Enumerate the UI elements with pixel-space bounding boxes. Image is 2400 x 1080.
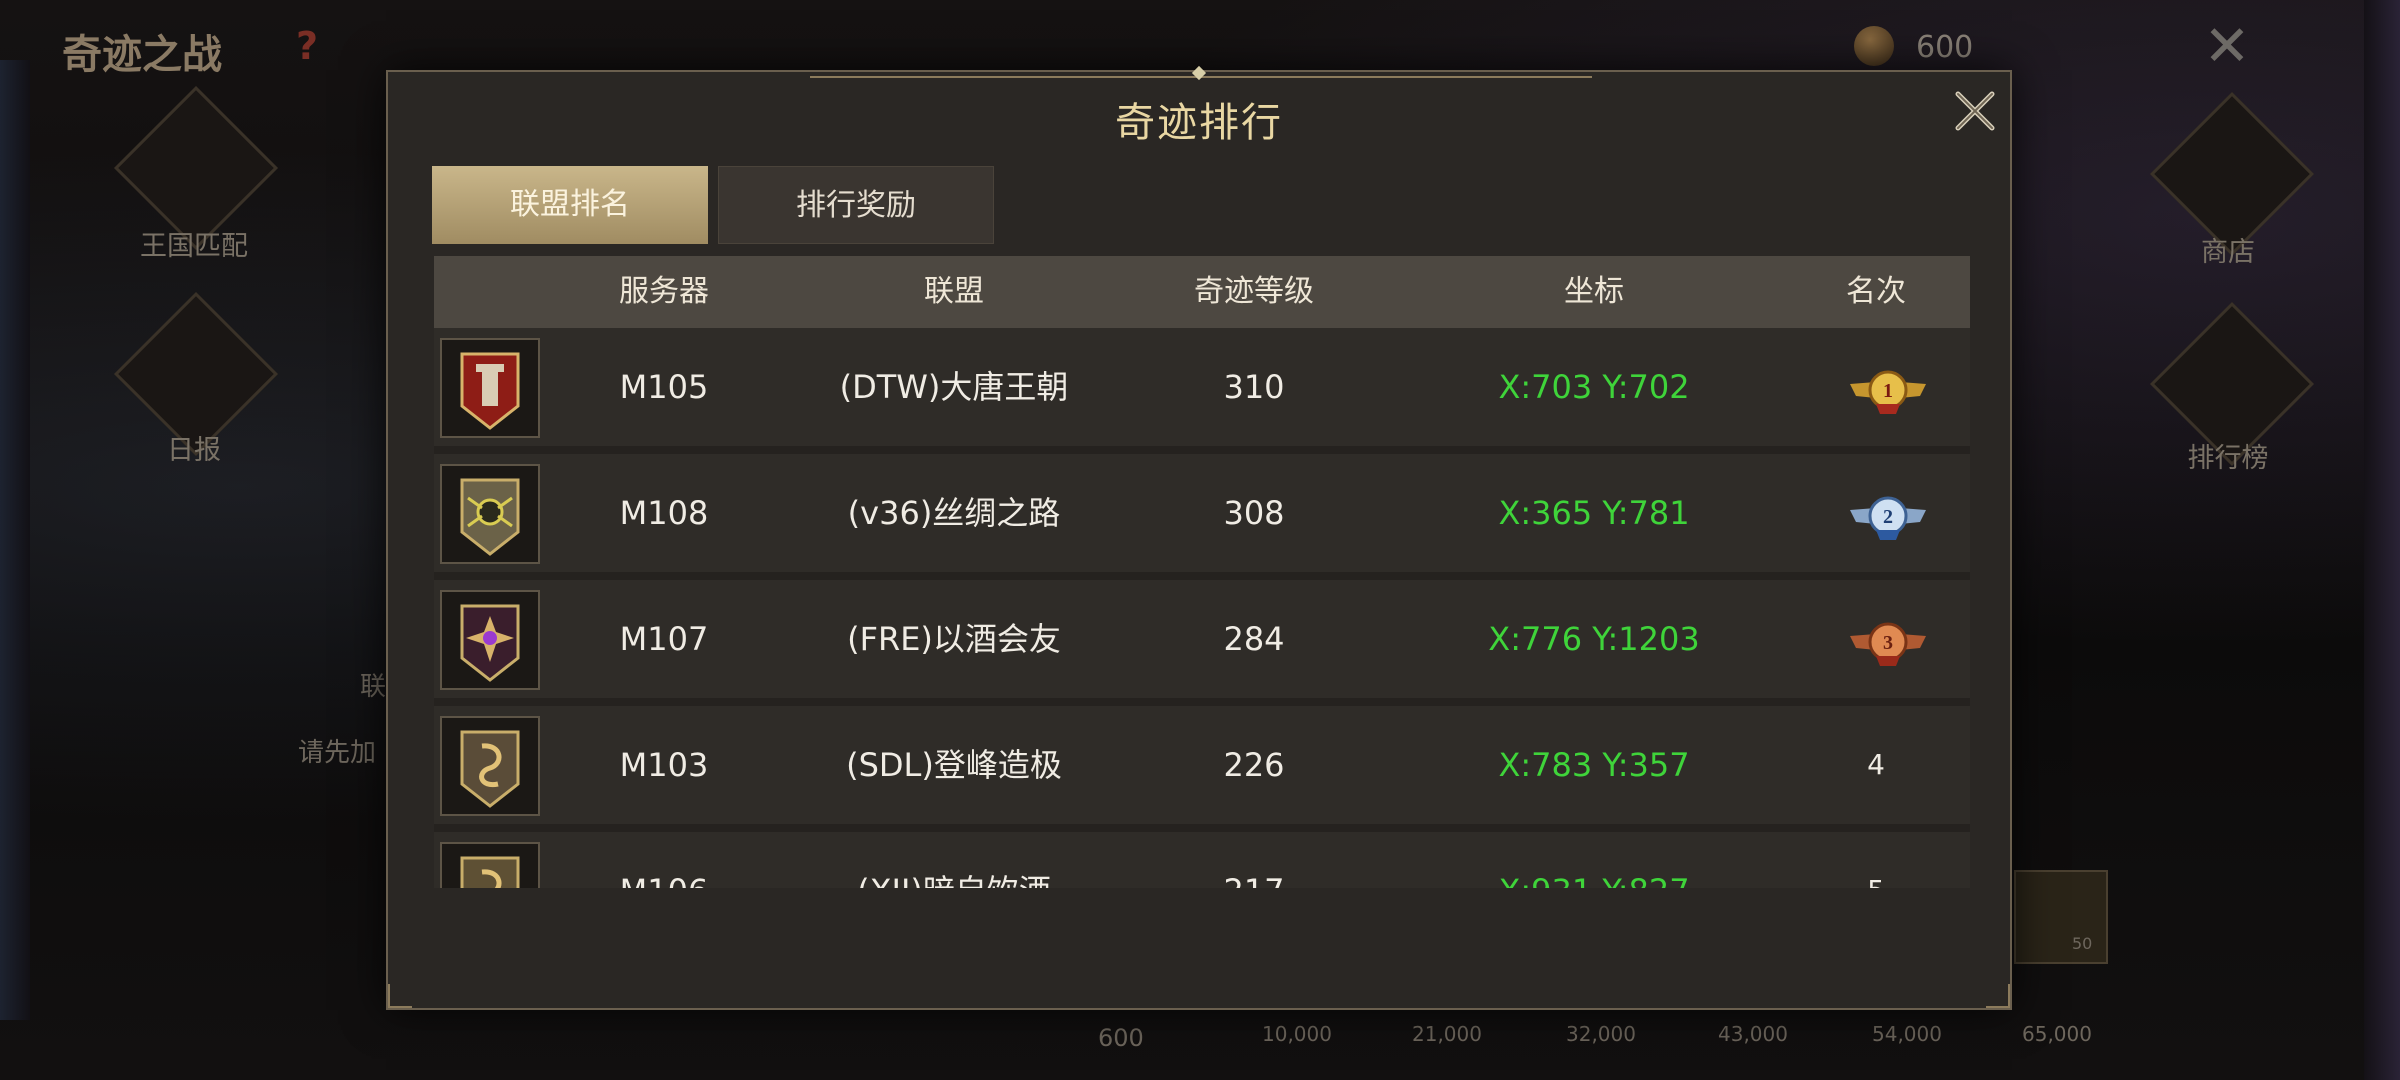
red-tower-banner-icon [440,338,540,438]
daily-report-label: 日报 [167,435,221,466]
server-cell: M107 [619,620,709,658]
reward-chest-icon[interactable]: 50 [2014,870,2108,964]
purple-gem-shield-icon [440,590,540,690]
progress-tick: 21,000 [1412,1022,1482,1046]
help-button[interactable]: ? [296,24,330,68]
side-text-1: 联 [360,672,387,702]
ranking-modal: 奇迹排行 联盟排名 排行奖励 服务器 联盟 奇迹等级 坐标 名次 M105 (D… [386,65,2012,1010]
bronze-medal-icon: 3 [1846,614,1930,670]
table-header: 服务器 联盟 奇迹等级 坐标 名次 [434,256,1970,328]
alliance-cell: (v36)丝绸之路 [847,494,1061,532]
ranking-table: 服务器 联盟 奇迹等级 坐标 名次 M105 (DTW)大唐王朝 310 X:7 [434,256,1970,888]
server-cell: M103 [619,746,709,784]
server-cell: M105 [619,368,709,406]
progress-base: 600 [1098,1024,1144,1052]
table-row[interactable]: M105 (DTW)大唐王朝 310 X:703 Y:702 1 [434,328,1970,454]
server-cell: M106 [584,832,744,888]
table-body[interactable]: M105 (DTW)大唐王朝 310 X:703 Y:702 1 M108 (v… [434,328,1970,888]
coin-icon [1854,26,1894,66]
reward-count: 50 [2072,934,2093,953]
dragon-shield-icon [440,716,540,816]
spider-shield-icon [440,464,540,564]
progress-tick: 32,000 [1566,1022,1636,1046]
gold-medal-icon: 1 [1846,362,1930,418]
progress-tick: 65,000 [2022,1022,2092,1046]
medal-rank-text: 1 [1883,380,1893,402]
table-row[interactable]: M103 (SDL)登峰造极 226 X:783 Y:357 4 [434,706,1970,832]
progress-tick: 43,000 [1718,1022,1788,1046]
kingdom-match-label: 王国匹配 [140,231,248,262]
alliance-cell: (XII)暗自饮酒 [784,832,1124,888]
leaderboard-label: 排行榜 [2187,443,2269,474]
coord-cell[interactable]: X:703 Y:702 [1464,328,1724,446]
right-edge-art [2364,0,2400,1080]
modal-title: 奇迹排行 [1115,100,1283,146]
close-screen-button[interactable]: ✕ [2202,19,2252,75]
column-header-level: 奇迹等级 [1194,274,1314,309]
screen-title: 奇迹之战 [62,32,222,78]
progress-tick: 54,000 [1872,1022,1942,1046]
table-row[interactable]: M107 (FRE)以酒会友 284 X:776 Y:1203 3 [434,580,1970,706]
server-cell: M108 [619,494,709,532]
corner-ornament [388,984,412,1008]
level-cell: 308 [1223,494,1285,532]
level-cell: 226 [1223,746,1285,784]
level-cell: 217 [1174,832,1334,888]
column-header-alliance: 联盟 [924,274,984,309]
progress-tick: 10,000 [1262,1022,1332,1046]
side-text-2: 请先加 [298,738,377,768]
tab-ranking-rewards[interactable]: 排行奖励 [718,166,994,244]
coord-cell[interactable]: X:783 Y:357 [1464,706,1724,824]
coord-cell[interactable]: X:365 Y:781 [1464,454,1724,572]
rank-cell: 4 [1867,748,1885,781]
tab-alliance-ranking[interactable]: 联盟排名 [432,166,708,244]
coord-cell[interactable]: X:776 Y:1203 [1464,580,1724,698]
alliance-cell: (FRE)以酒会友 [847,620,1061,658]
silver-medal-icon: 2 [1846,488,1930,544]
column-header-rank: 名次 [1846,274,1906,309]
corner-ornament [1986,984,2010,1008]
alliance-cell: (DTW)大唐王朝 [839,368,1069,406]
rank-cell: 5 [1826,832,1926,888]
coin-value: 600 [1916,30,1974,65]
medal-rank-text: 2 [1883,506,1893,528]
column-header-coord: 坐标 [1564,274,1624,309]
close-icon[interactable] [1950,86,2000,136]
column-header-server: 服务器 [619,274,709,309]
dragon-shield-icon [440,842,540,888]
coord-cell[interactable]: X:931 Y:827 [1464,832,1724,888]
level-cell: 310 [1223,368,1285,406]
left-edge-art [0,60,30,1020]
level-cell: 284 [1223,620,1285,658]
table-row[interactable]: M108 (v36)丝绸之路 308 X:365 Y:781 2 [434,454,1970,580]
alliance-cell: (SDL)登峰造极 [846,746,1062,784]
medal-rank-text: 3 [1883,632,1893,654]
table-row[interactable]: M106 (XII)暗自饮酒 217 X:931 Y:827 5 [434,832,1970,888]
shop-label: 商店 [2201,237,2255,268]
